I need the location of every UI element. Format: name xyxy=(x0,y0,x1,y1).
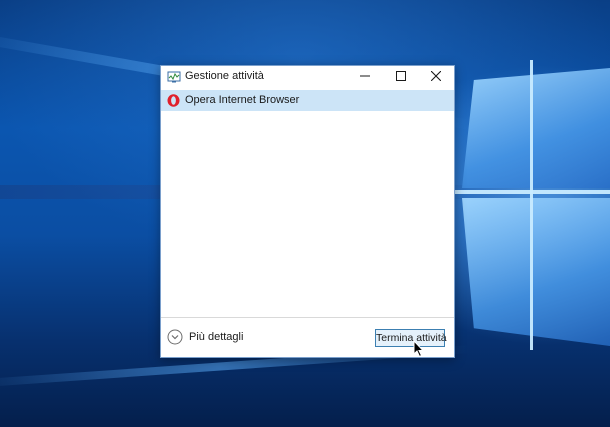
task-manager-icon xyxy=(167,70,181,84)
process-row[interactable]: Opera Internet Browser xyxy=(161,90,454,111)
windows-logo-pane xyxy=(462,198,610,346)
footer-divider xyxy=(161,317,454,318)
title-bar[interactable]: Gestione attività xyxy=(161,66,454,88)
process-name: Opera Internet Browser xyxy=(185,94,300,106)
windows-logo-pane xyxy=(462,68,610,188)
task-manager-window: Gestione attività Opera Internet Browser… xyxy=(160,65,455,358)
end-task-button[interactable]: Termina attività xyxy=(375,329,447,347)
mouse-pointer-icon xyxy=(413,339,425,358)
chevron-down-circle-icon xyxy=(167,329,183,345)
more-details-toggle[interactable]: Più dettagli xyxy=(167,329,267,347)
maximize-icon xyxy=(396,68,406,86)
process-list: Opera Internet Browser xyxy=(161,90,454,318)
window-title: Gestione attività xyxy=(185,70,264,82)
more-details-label: Più dettagli xyxy=(189,331,244,343)
close-icon xyxy=(430,68,442,86)
close-button[interactable] xyxy=(418,66,454,88)
opera-icon xyxy=(167,94,180,107)
maximize-button[interactable] xyxy=(383,66,419,88)
windows-logo-divider xyxy=(455,190,610,194)
minimize-button[interactable] xyxy=(347,66,383,88)
minimize-icon xyxy=(360,68,370,86)
windows-logo-divider xyxy=(530,60,533,350)
